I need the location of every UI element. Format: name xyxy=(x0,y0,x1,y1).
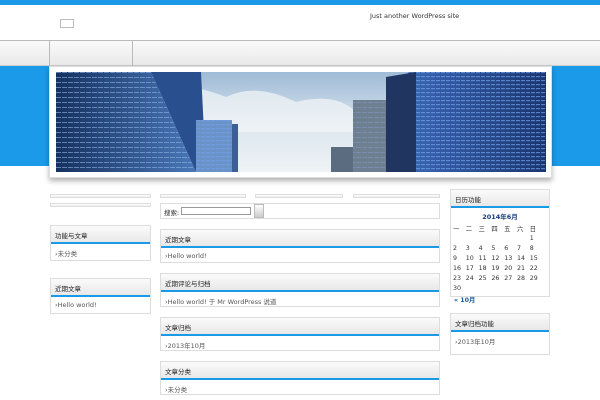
calendar-week: 2345678 xyxy=(453,243,543,253)
widget-title: 近期文章 xyxy=(161,230,439,248)
calendar-day: 21 xyxy=(516,264,525,272)
header-banner-image xyxy=(56,72,546,172)
calendar-week: 30 xyxy=(453,283,543,293)
left-widget-categories: 功能与文章 ›未分类 xyxy=(50,225,151,261)
widget-link[interactable]: ›2013年10月 xyxy=(161,336,439,354)
site-logo[interactable] xyxy=(60,19,74,28)
calendar-day: 24 xyxy=(465,274,474,282)
calendar-week: 1 xyxy=(453,233,543,243)
calendar-day xyxy=(453,233,466,243)
calendar-month: 2014年6月 xyxy=(482,213,518,221)
main-navigation xyxy=(0,40,600,67)
calendar-week: 9 10 11 12 13 14 15 xyxy=(453,253,543,263)
weekday-label: 五 xyxy=(504,225,511,233)
calendar-day xyxy=(491,283,504,293)
calendar-day xyxy=(491,233,504,243)
left-widget-recent-posts: 近期文章 ›Hello world! xyxy=(50,278,151,314)
widget-title: 文章归档功能 xyxy=(451,314,549,332)
weekday-label: 一 xyxy=(453,225,460,233)
search-widget: 搜索: xyxy=(160,203,440,219)
calendar-day: 19 xyxy=(491,264,500,272)
widget-title: 日历功能 xyxy=(451,190,549,208)
calendar-day: 22 xyxy=(529,264,538,272)
widget-link[interactable]: ›未分类 xyxy=(51,244,150,262)
center-top-tab xyxy=(255,194,343,198)
calendar-week: 16 17 18 19 20 21 22 xyxy=(453,263,543,273)
calendar-day: 28 xyxy=(516,274,525,282)
widget-title: 文章归档 xyxy=(161,318,439,336)
calendar-prev-link[interactable]: « 10月 xyxy=(454,295,549,304)
center-widget-recent-posts: 近期文章 ›Hello world! xyxy=(160,229,440,263)
calendar-day: 8 xyxy=(529,244,534,252)
calendar-day: 23 xyxy=(453,274,462,282)
calendar-day: 7 xyxy=(516,244,521,252)
widget-title: 文章分类 xyxy=(161,362,439,380)
calendar-day: 10 xyxy=(465,254,474,262)
calendar-grid: 一 二 三 四 五 六 日 1 2 3 4 5 6 7 8 9 10 11 12 13 14 15 16 17 1… xyxy=(453,223,543,293)
calendar-day: 6 xyxy=(504,244,509,252)
calendar-day: 20 xyxy=(504,264,513,272)
calendar-day xyxy=(530,283,543,293)
calendar-day xyxy=(504,283,517,293)
left-top-divider xyxy=(50,194,151,198)
calendar-day: 1 xyxy=(529,234,534,242)
search-input[interactable] xyxy=(181,207,251,215)
widget-link[interactable]: ›Hello world! 于 Mr WordPress 说道 xyxy=(161,292,439,310)
calendar-widget: 日历功能 2014年6月 一 二 三 四 五 六 日 1 2 3 4 5 6 7 8 9 10 11… xyxy=(450,189,550,304)
widget-link[interactable]: ›未分类 xyxy=(161,380,439,398)
widget-title: 近期评论与归档 xyxy=(161,274,439,292)
calendar-day: 3 xyxy=(465,244,470,252)
calendar-day: 12 xyxy=(491,254,500,262)
calendar-day: 29 xyxy=(529,274,538,282)
calendar-day xyxy=(517,233,530,243)
center-widget-categories: 文章分类 ›未分类 xyxy=(160,361,440,395)
center-top-tab xyxy=(160,194,246,198)
calendar-day xyxy=(517,283,530,293)
right-widget-archives: 文章归档功能 ›2013年10月 xyxy=(450,313,550,355)
search-button[interactable] xyxy=(254,204,264,218)
calendar-day xyxy=(479,233,492,243)
search-label: 搜索: xyxy=(164,209,180,217)
weekday-label: 日 xyxy=(529,225,537,233)
left-top-divider xyxy=(50,203,151,207)
header-banner-frame xyxy=(49,66,552,178)
nav-divider xyxy=(132,41,133,67)
calendar-day: 14 xyxy=(516,254,525,262)
weekday-label: 四 xyxy=(491,225,498,233)
calendar-day: 27 xyxy=(504,274,513,282)
calendar-day: 11 xyxy=(478,254,487,262)
calendar-day: 26 xyxy=(491,274,500,282)
weekday-label: 六 xyxy=(516,225,524,233)
center-widget-recent-comments: 近期评论与归档 ›Hello world! 于 Mr WordPress 说道 xyxy=(160,273,440,307)
calendar-day: 18 xyxy=(478,264,487,272)
calendar-day: 15 xyxy=(529,254,538,262)
calendar-day xyxy=(479,283,492,293)
widget-link[interactable]: ›Hello world! xyxy=(51,297,150,313)
calendar-day: 4 xyxy=(478,244,483,252)
calendar-day: 25 xyxy=(478,274,487,282)
calendar-day xyxy=(466,283,479,293)
calendar-day: 16 xyxy=(453,264,462,272)
calendar-day: 2 xyxy=(453,244,458,252)
weekday-label: 三 xyxy=(478,225,485,233)
center-top-tab xyxy=(353,194,440,198)
site-tagline: Just another WordPress site xyxy=(370,12,460,20)
calendar-day: 30 xyxy=(453,284,462,292)
widget-title: 功能与文章 xyxy=(51,226,150,244)
widget-link[interactable]: ›2013年10月 xyxy=(451,332,549,350)
nav-divider xyxy=(49,41,50,67)
calendar-day: 5 xyxy=(491,244,496,252)
weekday-label: 二 xyxy=(465,225,473,233)
widget-title: 近期文章 xyxy=(51,279,150,297)
site-header: Just another WordPress site xyxy=(0,5,600,41)
calendar-day: 13 xyxy=(504,254,513,262)
center-widget-archives: 文章归档 ›2013年10月 xyxy=(160,317,440,351)
calendar-day: 17 xyxy=(465,264,474,272)
city-buildings-image xyxy=(56,72,546,172)
calendar-day: 9 xyxy=(453,254,458,262)
widget-link[interactable]: ›Hello world! xyxy=(161,248,439,264)
calendar-day xyxy=(466,233,479,243)
calendar-week: 23 24 25 26 27 28 29 xyxy=(453,273,543,283)
calendar-day xyxy=(504,233,517,243)
